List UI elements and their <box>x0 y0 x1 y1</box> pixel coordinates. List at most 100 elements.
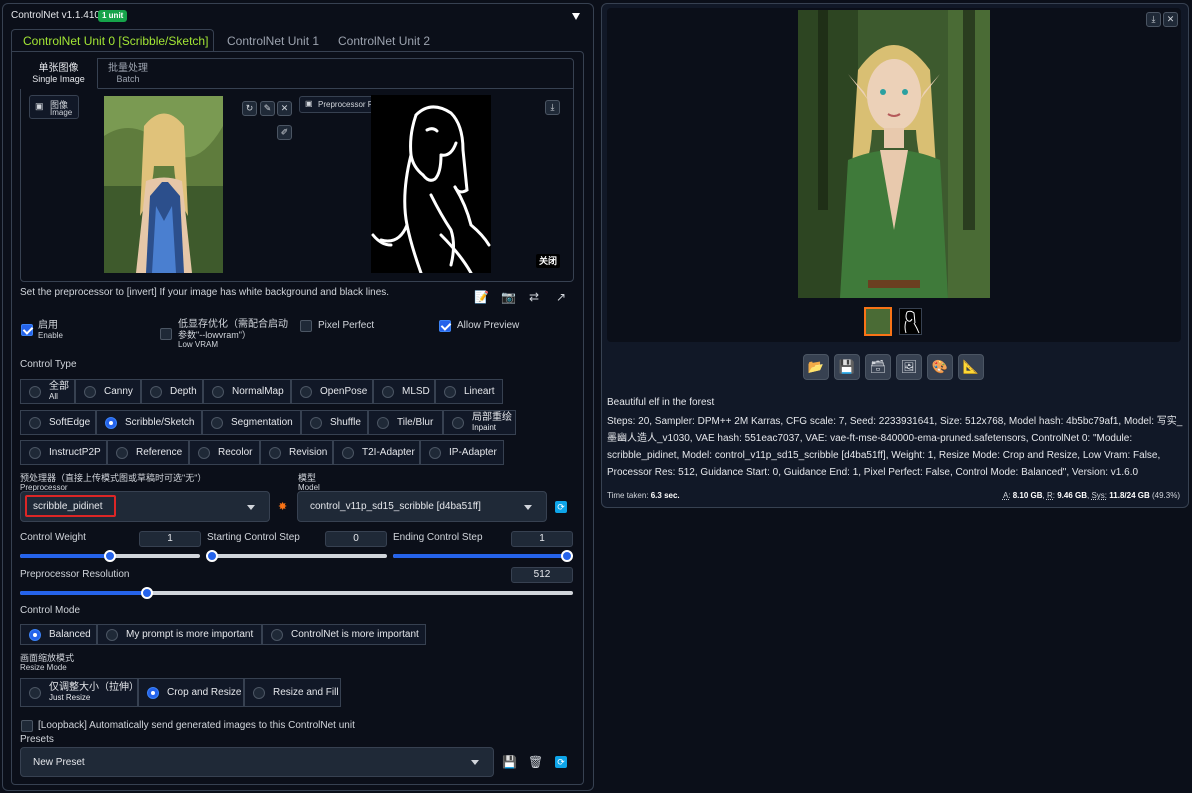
radio-dot <box>198 446 210 459</box>
ruler-icon[interactable]: 📐 <box>958 354 984 380</box>
tab-unit-2[interactable]: ControlNet Unit 2 <box>338 34 430 48</box>
tab-batch[interactable]: 批量处理 Batch <box>100 58 156 88</box>
low-vram-label-2: 参数"--lowvram"） <box>178 330 251 340</box>
radio-dot <box>29 416 41 429</box>
folder-icon[interactable]: 📂 <box>803 354 829 380</box>
radio-dot <box>105 416 117 429</box>
rotate-icon[interactable]: ↻ <box>242 101 257 116</box>
control-type-ip-adapter[interactable]: IP-Adapter <box>420 440 504 465</box>
control-type-tile-label: Tile/Blur <box>397 417 434 428</box>
thumbnail-scribble[interactable] <box>899 308 922 335</box>
control-type-mlsd[interactable]: MLSD <box>373 379 435 404</box>
radio-dot <box>106 628 118 641</box>
chevron-down-icon <box>471 760 479 765</box>
close-icon[interactable]: ✕ <box>277 101 292 116</box>
control-type-softedge[interactable]: SoftEdge <box>20 410 96 435</box>
slider-thumb[interactable] <box>206 550 218 562</box>
generated-image[interactable] <box>798 10 990 298</box>
control-type-segmentation[interactable]: Segmentation <box>202 410 301 435</box>
panel-title: ControlNet v1.1.410 <box>11 10 100 21</box>
thumbnail-selected[interactable] <box>864 307 892 336</box>
resolution-slider[interactable] <box>20 587 573 599</box>
refresh-presets-icon[interactable]: ⟳ <box>555 756 567 768</box>
resolution-input[interactable]: 512 <box>511 567 573 583</box>
control-type-t2i-adapter[interactable]: T2I-Adapter <box>333 440 420 465</box>
control-type-shuffle[interactable]: Shuffle <box>301 410 368 435</box>
radio-dot <box>269 446 281 459</box>
enable-label: 启用 Enable <box>38 321 63 341</box>
starting-step-slider[interactable] <box>206 550 387 562</box>
control-type-recolor-label: Recolor <box>218 447 253 458</box>
palette-icon[interactable]: 🎨 <box>927 354 953 380</box>
delete-preset-icon[interactable]: 🗑 <box>528 755 543 769</box>
close-preview-button[interactable]: 关闭 <box>536 254 560 268</box>
vram-r-label: R: <box>1046 491 1055 500</box>
save-preset-icon[interactable]: 💾 <box>502 755 517 769</box>
zip-icon[interactable]: 🗃 <box>865 354 891 380</box>
control-mode-balanced[interactable]: Balanced <box>20 624 97 645</box>
collapse-icon[interactable] <box>572 13 580 20</box>
control-type-canny[interactable]: Canny <box>75 379 141 404</box>
radio-dot <box>84 385 96 398</box>
allow-preview-label: Allow Preview <box>457 320 520 331</box>
ending-step-input[interactable]: 1 <box>511 531 573 547</box>
download-icon[interactable]: ⤓ <box>545 100 560 115</box>
resize-just-resize[interactable]: 仅调整大小（拉伸） Just Resize <box>20 678 139 707</box>
download-icon[interactable]: ⤓ <box>1146 12 1161 27</box>
low-vram-checkbox[interactable] <box>160 328 172 340</box>
image-icon[interactable]: 🖼 <box>896 354 922 380</box>
control-type-tile[interactable]: Tile/Blur <box>368 410 443 435</box>
control-type-depth[interactable]: Depth <box>141 379 203 404</box>
loopback-checkbox[interactable] <box>21 720 33 732</box>
presets-select[interactable]: New Preset <box>20 747 494 777</box>
send-dimensions-icon[interactable]: ↗ <box>556 290 566 304</box>
resize-fill-label: Resize and Fill <box>273 687 339 698</box>
slider-thumb[interactable] <box>104 550 116 562</box>
control-type-inpaint[interactable]: 局部重绘 Inpaint <box>443 410 516 435</box>
control-type-instructp2p[interactable]: InstructP2P <box>20 440 107 465</box>
model-select[interactable]: control_v11p_sd15_scribble [d4ba51ff] <box>297 491 547 522</box>
run-preprocessor-icon[interactable]: ✸ <box>278 500 287 513</box>
control-type-recolor[interactable]: Recolor <box>189 440 260 465</box>
refresh-models-icon[interactable]: ⟳ <box>555 501 567 513</box>
control-weight-input[interactable]: 1 <box>139 531 201 547</box>
swap-icon[interactable]: ⇄ <box>529 290 539 304</box>
allow-preview-checkbox[interactable] <box>439 320 451 332</box>
preprocessor-label: 预处理器（直接上传模式图或草稿时可选"无"） Preprocessor <box>20 473 206 492</box>
resize-just-resize-sub: Just Resize <box>49 692 91 702</box>
control-type-lineart[interactable]: Lineart <box>435 379 503 404</box>
tab-single-image[interactable]: 单张图像 Single Image <box>20 58 98 89</box>
control-mode-balanced-label: Balanced <box>49 629 91 640</box>
control-type-lineart-label: Lineart <box>464 386 495 397</box>
pixel-perfect-checkbox[interactable] <box>300 320 312 332</box>
radio-dot <box>310 416 322 429</box>
enable-checkbox[interactable] <box>21 324 33 336</box>
tab-unit-1[interactable]: ControlNet Unit 1 <box>227 34 319 48</box>
slider-thumb[interactable] <box>561 550 573 562</box>
radio-dot <box>253 686 265 699</box>
resize-crop-and-resize[interactable]: Crop and Resize <box>138 678 244 707</box>
brush-icon[interactable]: ✐ <box>277 125 292 140</box>
resize-and-fill[interactable]: Resize and Fill <box>244 678 341 707</box>
control-type-openpose[interactable]: OpenPose <box>291 379 373 404</box>
control-mode-prompt[interactable]: My prompt is more important <box>97 624 262 645</box>
control-type-scribble[interactable]: Scribble/Sketch <box>96 410 202 435</box>
control-type-normalmap[interactable]: NormalMap <box>203 379 291 404</box>
edit-icon[interactable]: ✎ <box>260 101 275 116</box>
control-weight-slider[interactable] <box>20 550 200 562</box>
control-type-reference[interactable]: Reference <box>107 440 189 465</box>
save-icon[interactable]: 💾 <box>834 354 860 380</box>
resolution-label: Preprocessor Resolution <box>20 569 130 580</box>
close-icon[interactable]: ✕ <box>1163 12 1178 27</box>
time-taken: Time taken: 6.3 sec. <box>607 491 680 500</box>
starting-step-input[interactable]: 0 <box>325 531 387 547</box>
camera-icon[interactable]: 📷 <box>501 290 516 304</box>
control-type-instructp2p-label: InstructP2P <box>49 447 101 458</box>
source-image[interactable] <box>104 96 223 273</box>
control-mode-controlnet[interactable]: ControlNet is more important <box>262 624 426 645</box>
radio-dot <box>382 385 394 398</box>
notes-icon[interactable]: 📝 <box>474 290 489 304</box>
ending-step-slider[interactable] <box>393 550 573 562</box>
control-type-all[interactable]: 全部 All <box>20 379 75 404</box>
control-type-revision[interactable]: Revision <box>260 440 333 465</box>
